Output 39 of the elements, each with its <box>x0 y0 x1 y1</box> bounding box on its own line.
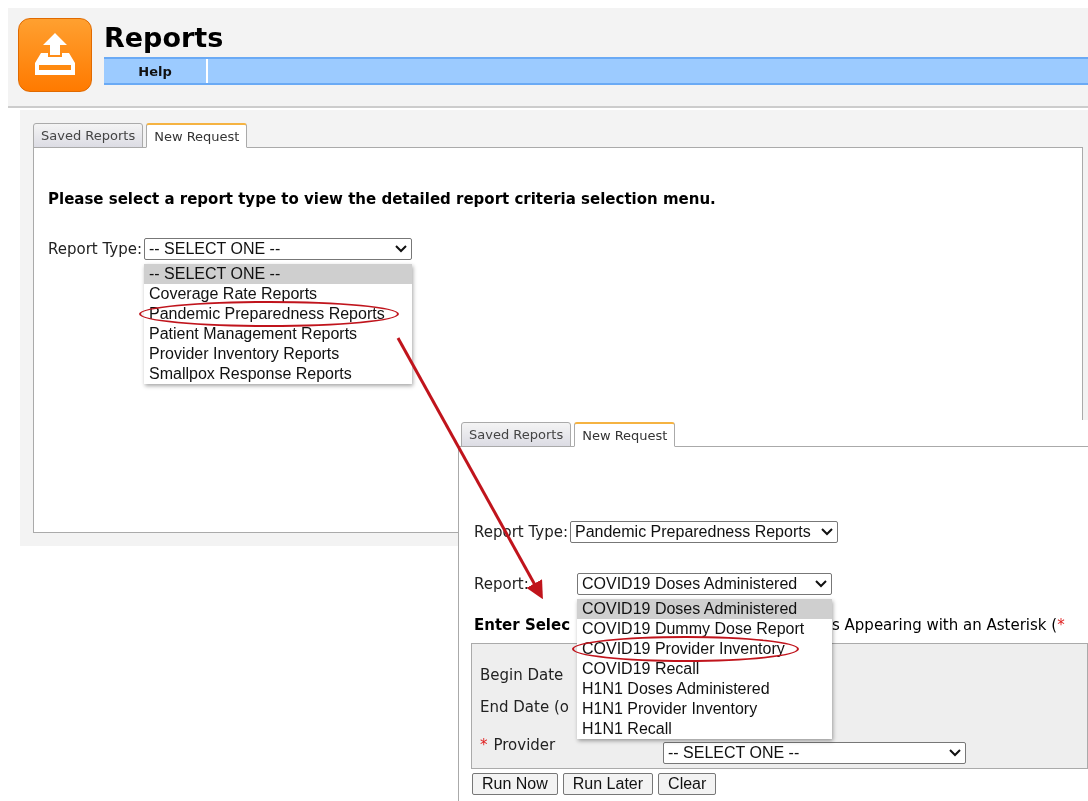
tab[interactable]: New Request <box>574 422 676 447</box>
dropdown-option[interactable]: H1N1 Recall <box>577 719 832 739</box>
chevron-down-icon <box>395 245 407 253</box>
dropdown-option[interactable]: H1N1 Provider Inventory <box>577 699 832 719</box>
instruction-text: s Appearing with an Asterisk ( <box>832 616 1058 634</box>
chevron-down-icon <box>949 749 961 757</box>
report-type-select[interactable]: -- SELECT ONE -- <box>144 238 412 260</box>
field-label: Begin Date <box>480 666 564 684</box>
action-button[interactable]: Clear <box>658 773 717 795</box>
tab[interactable]: Saved Reports <box>33 123 144 148</box>
page-title: Reports <box>104 21 225 55</box>
field-label: Report: <box>474 575 529 593</box>
report-select[interactable]: COVID19 Doses Administered <box>577 573 832 595</box>
action-button[interactable]: Run Now <box>472 773 558 795</box>
field-label: End Date (o <box>480 698 569 716</box>
tab[interactable]: Saved Reports <box>461 422 572 447</box>
dropdown-option[interactable]: COVID19 Dummy Dose Report <box>577 619 832 639</box>
dropdown-option[interactable]: Provider Inventory Reports <box>144 344 412 364</box>
dropdown-option[interactable]: H1N1 Doses Administered <box>577 679 832 699</box>
dropdown-option[interactable]: COVID19 Doses Administered <box>577 599 832 619</box>
chevron-down-icon <box>815 580 827 588</box>
provider-select[interactable]: -- SELECT ONE -- <box>663 742 966 764</box>
required-asterisk: * <box>1057 616 1065 634</box>
action-button[interactable]: Run Later <box>562 773 654 795</box>
field-label: Provider <box>493 736 556 754</box>
dropdown-option[interactable]: Patient Management Reports <box>144 324 412 344</box>
required-asterisk: * <box>480 736 488 754</box>
nav-link[interactable]: Help <box>104 59 208 83</box>
dropdown-option[interactable]: Coverage Rate Reports <box>144 284 412 304</box>
tab[interactable]: New Request <box>146 123 248 148</box>
app-logo-icon <box>18 18 92 92</box>
dropdown-option[interactable]: -- SELECT ONE -- <box>144 264 412 284</box>
chevron-down-icon <box>821 528 833 536</box>
section-heading: Enter Selec <box>474 616 571 634</box>
report-type-select[interactable]: Pandemic Preparedness Reports <box>570 521 838 543</box>
instruction-text: Please select a report type to view the detailed report criteria selection menu. <box>48 190 717 208</box>
dropdown-option[interactable]: Smallpox Response Reports <box>144 364 412 384</box>
dropdown-option[interactable]: COVID19 Recall <box>577 659 832 679</box>
field-label: Report Type: <box>48 240 142 258</box>
